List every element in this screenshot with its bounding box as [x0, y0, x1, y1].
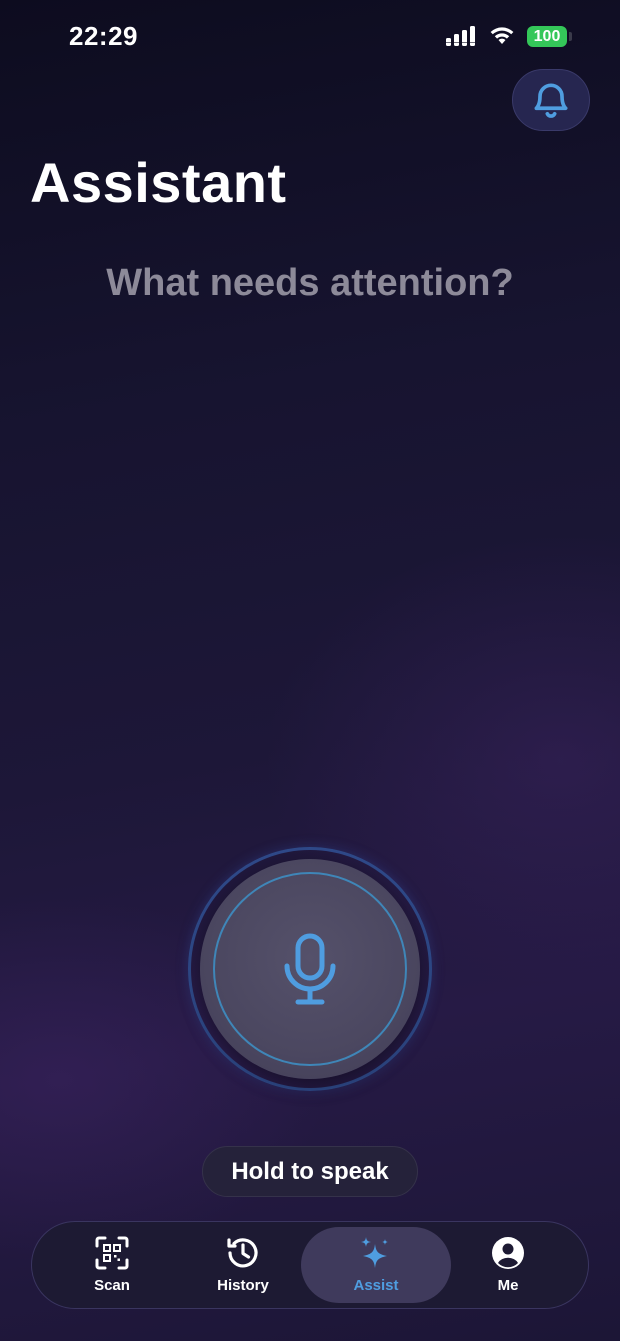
signal-icon: [446, 26, 475, 46]
tab-assist[interactable]: Assist: [301, 1227, 451, 1303]
person-icon: [492, 1237, 524, 1269]
tab-scan[interactable]: Scan: [37, 1227, 187, 1303]
battery-level: 100: [533, 28, 561, 45]
tab-label: Me: [497, 1277, 519, 1294]
tab-label: Assist: [353, 1277, 399, 1294]
wifi-icon: [490, 27, 514, 44]
qr-scan-icon: [95, 1236, 129, 1270]
battery-tip: [569, 32, 572, 41]
tab-me[interactable]: Me: [433, 1227, 583, 1303]
hold-to-speak-label[interactable]: Hold to speak: [202, 1146, 418, 1197]
tab-history[interactable]: History: [168, 1227, 318, 1303]
assistant-prompt: What needs attention?: [106, 262, 514, 304]
tab-label: History: [217, 1277, 269, 1294]
sparkles-icon: [361, 1237, 388, 1268]
microphone-icon: [284, 933, 336, 1005]
battery-indicator: 100: [527, 26, 567, 47]
tab-label: Scan: [94, 1277, 130, 1294]
history-icon: [227, 1238, 258, 1268]
status-time: 22:29: [69, 21, 138, 51]
page-title: Assistant: [30, 151, 287, 214]
notifications-button[interactable]: [512, 69, 590, 131]
status-bar: 22:29 100: [0, 0, 620, 74]
bell-icon: [534, 83, 568, 118]
